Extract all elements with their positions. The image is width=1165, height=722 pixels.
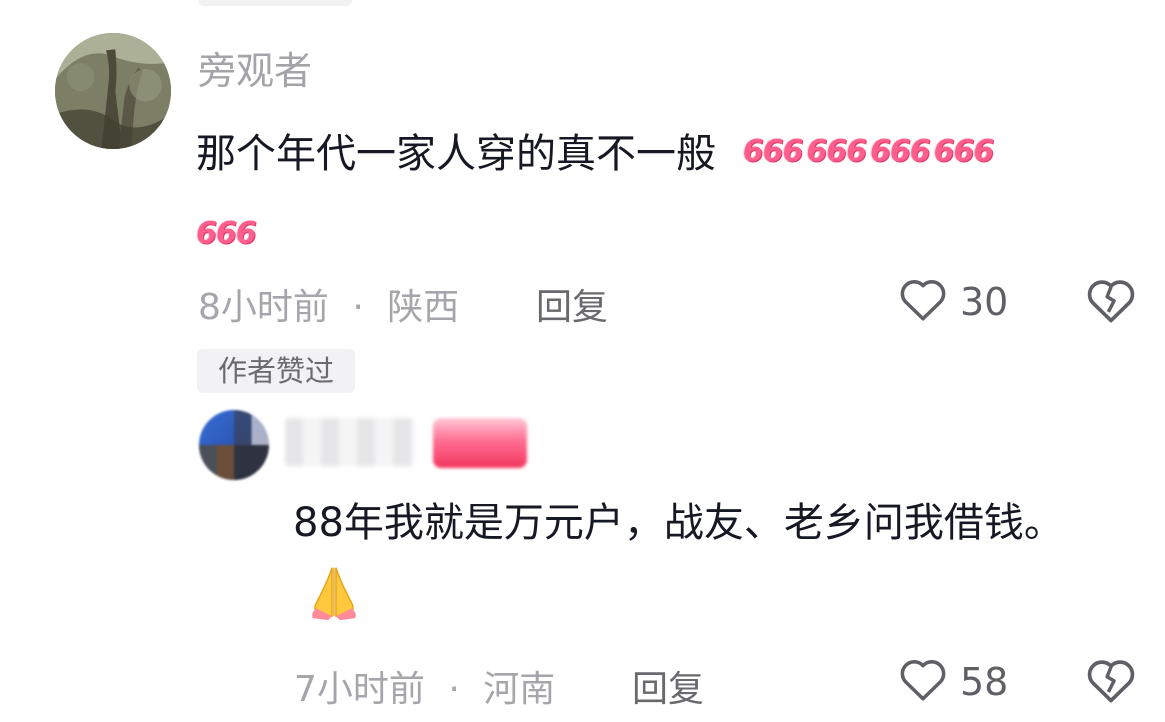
heart-outline-icon <box>900 280 946 321</box>
location: 河南 <box>483 669 556 710</box>
meta-separator: · <box>352 287 364 328</box>
like-count: 30 <box>960 280 1009 324</box>
dislike-button[interactable] <box>1085 276 1137 328</box>
reply-body: 88年我就是万元户，战友、老乡问我借钱。 <box>293 500 1064 546</box>
timestamp: 7小时前 <box>294 669 425 710</box>
tree-photo-icon <box>55 33 171 149</box>
meta-separator: · <box>448 669 460 710</box>
reply-text: 88年我就是万元户，战友、老乡问我借钱。 <box>293 487 1143 631</box>
location: 陕西 <box>387 287 460 328</box>
comment-meta: 8小时前 · 陕西 <box>198 278 459 330</box>
comment-text: 那个年代一家人穿的真不一般 666 666 666 666 666 <box>196 112 1136 276</box>
timestamp: 8小时前 <box>198 287 329 328</box>
username[interactable]: 旁观者 <box>198 40 312 95</box>
comment-body: 那个年代一家人穿的真不一般 <box>196 131 716 177</box>
praying-hands-icon <box>312 567 356 621</box>
dislike-button[interactable] <box>1085 656 1137 708</box>
reply-user-tag-redacted <box>433 418 527 468</box>
emoji-666-icon: 666 <box>869 134 931 169</box>
like-count: 58 <box>960 660 1009 704</box>
emoji-666-icon: 666 <box>196 216 257 251</box>
broken-heart-icon <box>1087 280 1135 323</box>
like-button[interactable] <box>898 276 948 326</box>
reply-button[interactable]: 回复 <box>536 278 608 330</box>
author-liked-badge: 作者赞过 <box>197 349 355 393</box>
emoji-666-icon: 666 <box>806 134 867 169</box>
heart-outline-icon <box>900 660 946 701</box>
emoji-666-icon: 666 <box>742 134 804 169</box>
reply-username-redacted[interactable] <box>285 418 415 466</box>
reply-meta: 7小时前 · 河南 <box>294 660 555 712</box>
avatar[interactable] <box>55 33 171 149</box>
like-button[interactable] <box>898 656 948 706</box>
emoji-666-icon: 666 <box>933 134 995 169</box>
broken-heart-icon <box>1087 660 1135 703</box>
previous-item-stub <box>198 0 352 6</box>
reply-avatar[interactable] <box>199 410 269 480</box>
reply-button[interactable]: 回复 <box>632 660 704 712</box>
